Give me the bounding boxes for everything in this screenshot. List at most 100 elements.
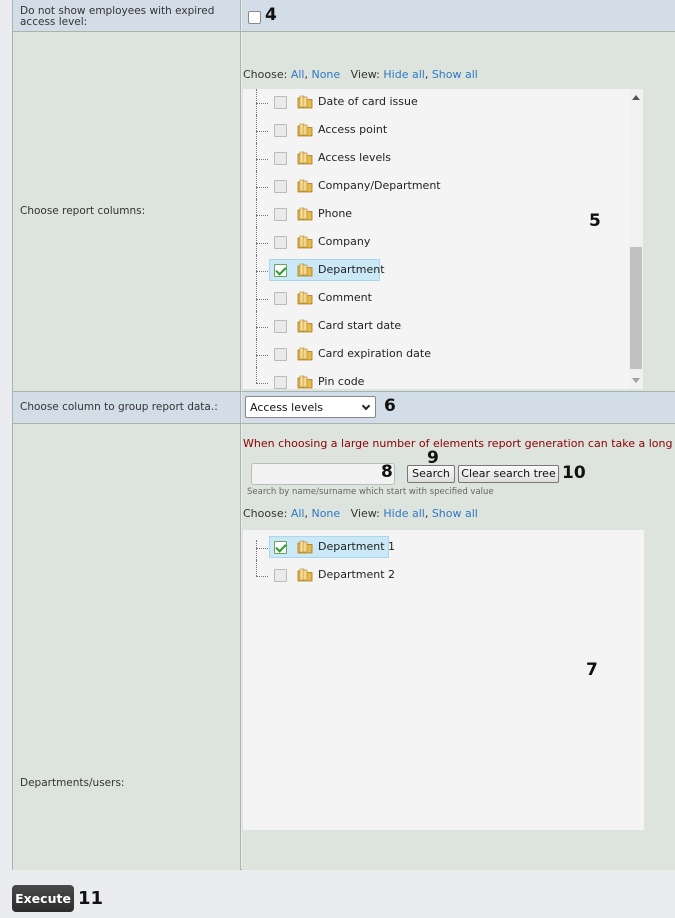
group-column-select[interactable]: Access levels (245, 396, 376, 418)
tree-connector-line (256, 560, 257, 576)
tree-connector-line (256, 115, 257, 145)
search-input[interactable] (251, 463, 395, 485)
folder-icon (297, 150, 313, 166)
folder-icon (297, 122, 313, 138)
tree-connector-line (256, 227, 257, 257)
report-form: Do not show employees with expired acces… (12, 0, 675, 870)
annotation-7: 7 (586, 660, 598, 680)
column-item[interactable]: Comment (243, 283, 623, 313)
tree-checkbox[interactable] (274, 96, 287, 109)
tree-checkbox[interactable] (274, 292, 287, 305)
tree-connector-line (256, 131, 268, 132)
column-item-label: Company (318, 235, 371, 248)
columns-show-all-link[interactable]: Show all (432, 68, 478, 81)
tree-connector-line (256, 327, 268, 328)
column-item[interactable]: Company/Department (243, 171, 623, 201)
annotation-5: 5 (589, 211, 601, 231)
column-item-label: Company/Department (318, 179, 441, 192)
expired-access-row: Do not show employees with expired acces… (13, 0, 675, 32)
tree-checkbox[interactable] (274, 208, 287, 221)
annotation-8: 8 (381, 462, 393, 482)
tree-connector-line (256, 311, 257, 341)
departments-label: Departments/users: (13, 424, 241, 870)
folder-icon (297, 539, 313, 555)
tree-connector-line (256, 243, 268, 244)
column-item[interactable]: Date of card issue (243, 89, 623, 119)
departments-choose-all-link[interactable]: All (291, 507, 305, 520)
column-item[interactable]: Access point (243, 115, 623, 145)
expired-access-checkbox[interactable] (248, 11, 261, 24)
folder-icon (297, 206, 313, 222)
columns-choose-none-link[interactable]: None (311, 68, 340, 81)
tree-checkbox[interactable] (274, 124, 287, 137)
search-hint: Search by name/surname which start with … (247, 487, 494, 497)
folder-icon (297, 374, 313, 389)
tree-connector-line (256, 255, 257, 285)
column-item[interactable]: Access levels (243, 143, 623, 173)
column-item-label: Phone (318, 207, 353, 220)
tree-checkbox[interactable] (274, 569, 287, 582)
folder-icon (297, 234, 313, 250)
column-item-label: Card expiration date (318, 347, 431, 360)
tree-connector-line (256, 159, 268, 160)
department-item[interactable]: Department 2 (243, 560, 623, 588)
tree-checkbox[interactable] (274, 152, 287, 165)
expired-access-label: Do not show employees with expired acces… (13, 0, 241, 31)
group-column-row: Choose column to group report data.: Acc… (13, 392, 675, 424)
department-item-label: Department 2 (318, 568, 396, 581)
tree-checkbox[interactable] (274, 348, 287, 361)
column-item-label: Date of card issue (318, 95, 418, 108)
column-item-label: Access point (318, 123, 388, 136)
checked-checkbox-icon[interactable] (274, 541, 287, 554)
scroll-up-arrow-icon[interactable] (632, 95, 640, 100)
folder-icon (297, 94, 313, 110)
column-item[interactable]: Department (243, 255, 623, 285)
annotation-4: 4 (265, 5, 277, 25)
execute-button[interactable]: Execute (12, 885, 74, 912)
tree-connector-line (256, 103, 268, 104)
annotation-11: 11 (78, 888, 104, 909)
group-column-label: Choose column to group report data.: (13, 392, 241, 423)
column-item-label: Department (318, 263, 385, 276)
search-button[interactable]: Search (407, 465, 455, 483)
tree-connector-line (256, 299, 268, 300)
column-item[interactable]: Card expiration date (243, 339, 623, 369)
departments-choose-none-link[interactable]: None (311, 507, 340, 520)
tree-checkbox[interactable] (274, 376, 287, 389)
annotation-6: 6 (384, 396, 396, 416)
tree-connector-line (256, 355, 268, 356)
folder-icon (297, 318, 313, 334)
department-item[interactable]: Department 1 (243, 536, 623, 570)
annotation-10: 10 (562, 463, 586, 483)
columns-hide-all-link[interactable]: Hide all (383, 68, 424, 81)
tree-checkbox[interactable] (274, 236, 287, 249)
tree-connector-line (256, 339, 257, 369)
report-columns-row: Choose report columns: Choose: All, None… (13, 32, 675, 392)
tree-connector-line (256, 283, 257, 313)
columns-tree-scrollbar[interactable] (629, 89, 643, 389)
report-columns-tree[interactable]: Date of card issue Access point Access lev… (243, 89, 643, 389)
column-item[interactable]: Phone (243, 199, 623, 229)
folder-icon (297, 178, 313, 194)
column-item[interactable]: Card start date (243, 311, 623, 341)
performance-warning: When choosing a large number of elements… (243, 437, 675, 450)
column-item[interactable]: Company (243, 227, 623, 257)
scroll-thumb[interactable] (630, 247, 642, 369)
department-item-label: Department 1 (318, 540, 396, 553)
departments-hide-all-link[interactable]: Hide all (383, 507, 424, 520)
chevron-down-icon (361, 401, 371, 411)
folder-icon (297, 567, 313, 583)
departments-tree[interactable]: Department 1 Department 2 (243, 530, 644, 830)
scroll-down-arrow-icon[interactable] (632, 378, 640, 383)
tree-checkbox[interactable] (274, 320, 287, 333)
checked-checkbox-icon[interactable] (274, 264, 287, 277)
column-item-label: Pin code (318, 375, 365, 388)
clear-search-tree-button[interactable]: Clear search tree (458, 465, 559, 483)
columns-choose-row: Choose: All, None View: Hide all, Show a… (243, 68, 478, 81)
tree-connector-line (256, 187, 268, 188)
columns-choose-all-link[interactable]: All (291, 68, 305, 81)
tree-connector-line (256, 215, 268, 216)
departments-show-all-link[interactable]: Show all (432, 507, 478, 520)
column-item[interactable]: Pin code (243, 367, 623, 389)
tree-checkbox[interactable] (274, 180, 287, 193)
